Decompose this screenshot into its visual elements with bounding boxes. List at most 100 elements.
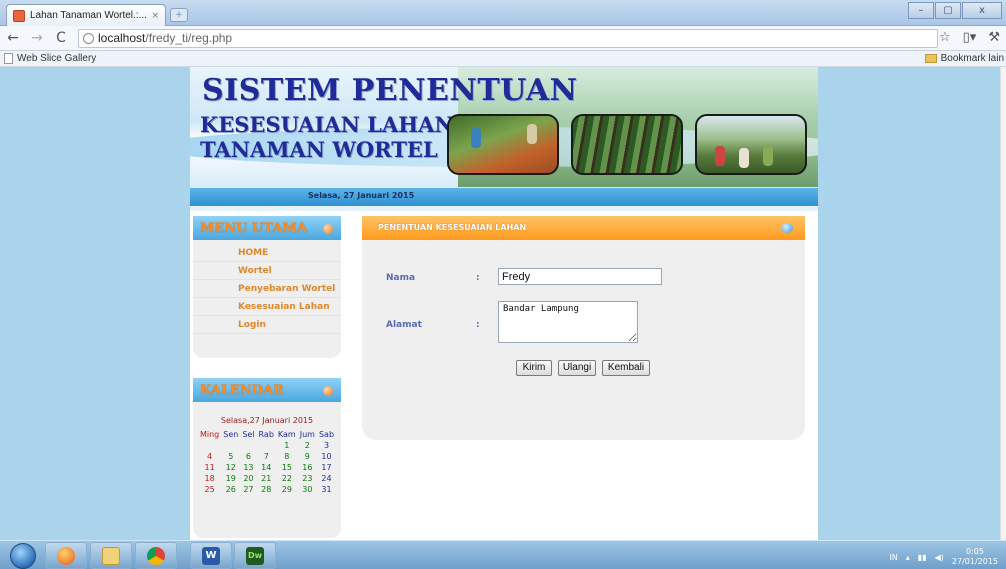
- calendar-week: 25 26 27 28 29 30 31: [198, 484, 336, 495]
- calendar-day: 12: [225, 463, 236, 472]
- favicon-icon: [13, 9, 25, 22]
- reload-icon[interactable]: C: [54, 30, 68, 46]
- calendar-day: 16: [302, 463, 313, 472]
- collapse-icon[interactable]: [323, 224, 333, 234]
- calendar-day: 14: [261, 463, 272, 472]
- window-controls: – ▢ x: [907, 2, 1002, 19]
- network-icon[interactable]: ▮▮: [918, 553, 927, 562]
- dreamweaver-icon: Dw: [246, 546, 264, 565]
- menu-item-wortel[interactable]: Wortel: [193, 262, 341, 280]
- collapse-icon[interactable]: [323, 386, 333, 396]
- page-viewport: SISTEM PENENTUAN KESESUAIAN LAHAN TANAMA…: [0, 67, 1006, 540]
- nama-input[interactable]: [498, 268, 662, 285]
- banner-photo-harvest: [447, 114, 559, 175]
- calendar-day: 26: [225, 485, 236, 494]
- calendar-day: 27: [243, 485, 254, 494]
- site-subtitle: KESESUAIAN LAHAN TANAMAN WORTEL: [200, 112, 454, 162]
- browser-tab[interactable]: Lahan Tanaman Wortel.:... ×: [6, 4, 166, 26]
- tab-close-icon[interactable]: ×: [151, 11, 159, 21]
- minimize-button[interactable]: –: [908, 2, 934, 19]
- calendar-day: 18: [204, 474, 215, 483]
- menu-item-penyebaran-wortel[interactable]: Penyebaran Wortel: [193, 280, 341, 298]
- current-date: Selasa, 27 Januari 2015: [308, 191, 415, 200]
- calendar-day: 10: [321, 452, 332, 461]
- banner-photo-field-rows: [571, 114, 683, 175]
- wrench-icon[interactable]: ⚒: [988, 30, 1000, 45]
- menu-item-kesesuaian-lahan[interactable]: Kesesuaian Lahan: [193, 298, 341, 316]
- form-panel-title: PENENTUAN KESESUAIAN LAHAN: [378, 223, 527, 232]
- day-header: Ming: [199, 430, 220, 439]
- taskbar-chrome[interactable]: [135, 542, 177, 569]
- taskbar-explorer[interactable]: [90, 542, 132, 569]
- date-bar: Selasa, 27 Januari 2015: [190, 188, 818, 206]
- alamat-label: Alamat: [386, 320, 422, 330]
- calendar-day: 5: [228, 452, 234, 461]
- bookmark-other[interactable]: Bookmark lain: [924, 53, 1004, 64]
- calendar-day: 1: [284, 441, 290, 450]
- calendar-day: 15: [281, 463, 292, 472]
- volume-icon[interactable]: ◀): [935, 553, 944, 562]
- calendar-week: 11 12 13 14 15 16 17: [198, 462, 336, 473]
- calendar-header: KALENDAR: [193, 378, 341, 402]
- close-window-button[interactable]: x: [962, 2, 1002, 19]
- main-menu-list: HOME Wortel Penyebaran Wortel Kesesuaian…: [193, 240, 341, 334]
- page-menu-icon[interactable]: ▯▾: [963, 30, 977, 45]
- calendar-day: 21: [261, 474, 272, 483]
- calendar-day: 23: [302, 474, 313, 483]
- tray-expand-icon[interactable]: ▴: [906, 553, 910, 562]
- calendar-day: 29: [281, 485, 292, 494]
- ulangi-button[interactable]: Ulangi: [558, 360, 596, 376]
- folder-icon: [102, 546, 120, 565]
- main-menu-title: MENU UTAMA: [200, 221, 307, 236]
- kembali-button[interactable]: Kembali: [602, 360, 650, 376]
- kirim-button[interactable]: Kirim: [516, 360, 552, 376]
- calendar-day: [240, 440, 256, 451]
- collapse-icon[interactable]: [781, 223, 793, 233]
- site-banner: SISTEM PENENTUAN KESESUAIAN LAHAN TANAMA…: [190, 67, 818, 188]
- chrome-icon: [147, 546, 165, 565]
- new-tab-button[interactable]: +: [170, 8, 188, 22]
- menu-item-login[interactable]: Login: [193, 316, 341, 334]
- address-bar[interactable]: localhost/fredy_ti/reg.php: [78, 28, 938, 48]
- windows-taskbar: W Dw IN ▴ ▮▮ ◀) 0:05 27/01/2015: [0, 540, 1006, 569]
- taskbar-firefox[interactable]: [45, 542, 87, 569]
- tab-title: Lahan Tanaman Wortel.:...: [30, 10, 147, 21]
- browser-toolbar: ← → C localhost/fredy_ti/reg.php ☆ ▯▾ ⚒: [0, 26, 1006, 51]
- calendar-day: [221, 440, 240, 451]
- calendar-day: 13: [243, 463, 254, 472]
- menu-item-home[interactable]: HOME: [193, 244, 341, 262]
- star-icon[interactable]: ☆: [939, 30, 951, 45]
- calendar-day: 30: [302, 485, 313, 494]
- calendar-box: KALENDAR Selasa,27 Januari 2015 Ming Sen…: [193, 378, 341, 538]
- calendar-day: [198, 440, 221, 451]
- main-menu-box: MENU UTAMA HOME Wortel Penyebaran Wortel…: [193, 216, 341, 358]
- back-arrow-icon[interactable]: ←: [6, 30, 20, 46]
- start-button[interactable]: [10, 543, 36, 569]
- bookmark-web-slice-gallery[interactable]: Web Slice Gallery: [4, 53, 96, 64]
- calendar-title: KALENDAR: [200, 383, 284, 398]
- calendar: Selasa,27 Januari 2015 Ming Sen Sel Rab …: [193, 402, 341, 495]
- forward-arrow-icon[interactable]: →: [30, 30, 44, 46]
- taskbar-word[interactable]: W: [190, 542, 232, 569]
- calendar-day: 11: [204, 463, 215, 472]
- calendar-day: 6: [245, 452, 251, 461]
- calendar-week: 4 5 6 7 8 9 10: [198, 451, 336, 462]
- main-menu-header: MENU UTAMA: [193, 216, 341, 240]
- calendar-day: 22: [281, 474, 292, 483]
- calendar-day: 28: [261, 485, 272, 494]
- clock[interactable]: 0:05 27/01/2015: [952, 547, 998, 567]
- calendar-day: 17: [321, 463, 332, 472]
- alamat-textarea[interactable]: Bandar Lampung: [498, 301, 638, 343]
- calendar-grid: Ming Sen Sel Rab Kam Jum Sab 1 2 3 4 5 6…: [198, 429, 336, 495]
- day-header: Kam: [277, 430, 296, 439]
- calendar-day: 2: [304, 441, 310, 450]
- calendar-week: 1 2 3: [198, 440, 336, 451]
- maximize-button[interactable]: ▢: [935, 2, 961, 19]
- language-indicator[interactable]: IN: [889, 553, 897, 562]
- taskbar-dreamweaver[interactable]: Dw: [234, 542, 276, 569]
- word-icon: W: [202, 546, 220, 565]
- calendar-date-title: Selasa,27 Januari 2015: [220, 416, 314, 425]
- calendar-week: 18 19 20 21 22 23 24: [198, 473, 336, 484]
- page-info-icon[interactable]: [83, 32, 94, 44]
- page-scrollbar[interactable]: [1000, 67, 1006, 540]
